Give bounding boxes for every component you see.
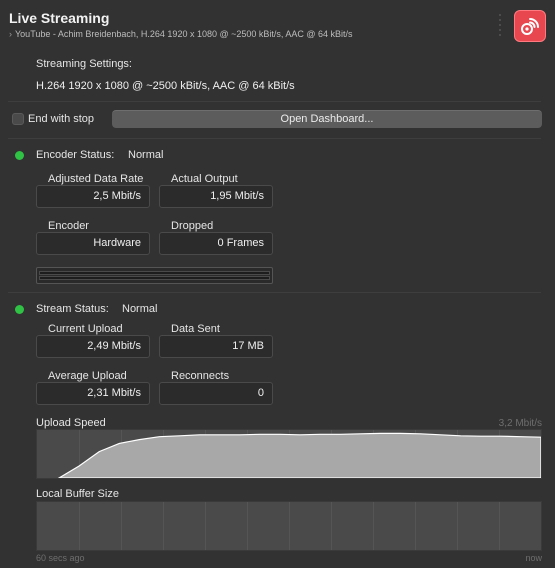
actual-output-label: Actual Output xyxy=(171,173,238,185)
graph-gridline xyxy=(205,502,206,550)
upload-speed-chart xyxy=(57,432,541,478)
encoder-type-field: Hardware xyxy=(36,232,150,255)
stream-destination-subtitle[interactable]: › YouTube - Achim Breidenbach, H.264 192… xyxy=(9,29,353,39)
stream-status-indicator xyxy=(15,305,24,314)
encoder-status-label: Encoder Status: xyxy=(36,149,115,161)
drag-handle-icon[interactable] xyxy=(497,14,503,36)
upload-speed-label: Upload Speed xyxy=(36,417,106,429)
broadcast-icon xyxy=(521,18,539,35)
upload-speed-graph xyxy=(36,429,542,479)
divider xyxy=(8,138,541,139)
graph-gridline xyxy=(415,502,416,550)
time-axis-end-label: now xyxy=(525,553,542,563)
end-with-stop-label[interactable]: End with stop xyxy=(28,113,94,125)
upload-speed-area xyxy=(57,432,541,478)
stream-status-label: Stream Status: xyxy=(36,303,109,315)
actual-output-field: 1,95 Mbit/s xyxy=(159,185,273,208)
graph-gridline xyxy=(373,502,374,550)
reconnects-field: 0 xyxy=(159,382,273,405)
live-stream-app-icon[interactable] xyxy=(514,10,546,42)
chevron-right-icon: › xyxy=(9,29,12,39)
divider xyxy=(8,292,541,293)
stream-status-value: Normal xyxy=(122,303,158,315)
dropped-frames-field: 0 Frames xyxy=(159,232,273,255)
average-upload-label: Average Upload xyxy=(48,370,127,382)
graph-gridline xyxy=(163,502,164,550)
graph-gridline xyxy=(457,502,458,550)
end-with-stop-checkbox[interactable] xyxy=(12,113,24,125)
time-axis-start-label: 60 secs ago xyxy=(36,553,85,563)
data-sent-field: 17 MB xyxy=(159,335,273,358)
reconnects-label: Reconnects xyxy=(171,370,230,382)
window-title: Live Streaming xyxy=(9,10,110,26)
current-upload-label: Current Upload xyxy=(48,323,123,335)
adjusted-data-rate-label: Adjusted Data Rate xyxy=(48,173,144,185)
graph-gridline xyxy=(499,502,500,550)
streaming-settings-value: H.264 1920 x 1080 @ ~2500 kBit/s, AAC @ … xyxy=(36,80,295,92)
upload-speed-max-label: 3,2 Mbit/s xyxy=(498,418,542,429)
audio-level-meter xyxy=(36,267,273,284)
local-buffer-label: Local Buffer Size xyxy=(36,488,119,500)
encoder-status-indicator xyxy=(15,151,24,160)
graph-gridline xyxy=(289,502,290,550)
adjusted-data-rate-field: 2,5 Mbit/s xyxy=(36,185,150,208)
encoder-status-value: Normal xyxy=(128,149,164,161)
graph-gridline xyxy=(247,502,248,550)
open-dashboard-button[interactable]: Open Dashboard... xyxy=(112,110,542,128)
encoder-type-label: Encoder xyxy=(48,220,89,232)
divider xyxy=(8,101,541,102)
local-buffer-graph xyxy=(36,501,542,551)
graph-gridline xyxy=(331,502,332,550)
streaming-settings-label: Streaming Settings: xyxy=(36,58,132,70)
graph-gridline xyxy=(79,502,80,550)
data-sent-label: Data Sent xyxy=(171,323,220,335)
graph-gridline xyxy=(121,502,122,550)
dropped-frames-label: Dropped xyxy=(171,220,214,232)
average-upload-field: 2,31 Mbit/s xyxy=(36,382,150,405)
current-upload-field: 2,49 Mbit/s xyxy=(36,335,150,358)
subtitle-text: YouTube - Achim Breidenbach, H.264 1920 … xyxy=(15,29,353,39)
